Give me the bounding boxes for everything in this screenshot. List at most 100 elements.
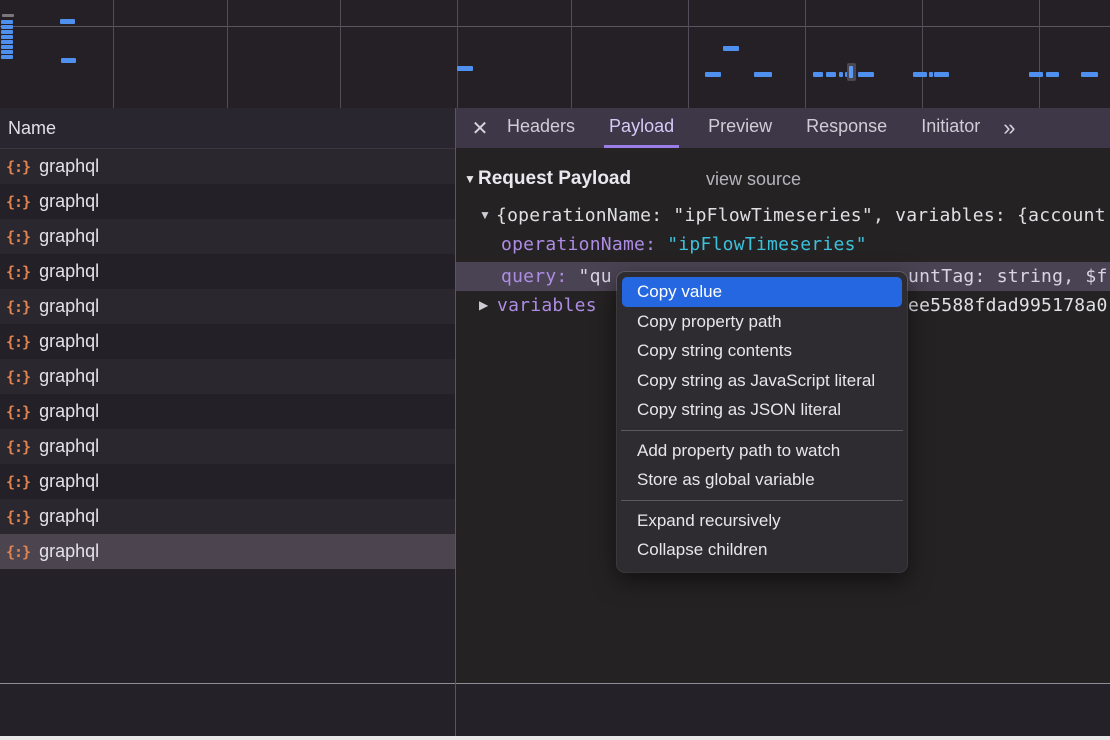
waterfall-bar: [1, 55, 13, 59]
waterfall-bar: [61, 58, 76, 63]
tab-headers[interactable]: Headers: [502, 108, 580, 148]
menu-separator: [621, 430, 903, 431]
tab-preview[interactable]: Preview: [703, 108, 777, 148]
json-braces-icon: {:}: [6, 508, 30, 526]
overview-horizontal-gridline: [0, 26, 1110, 27]
tree-row-operationname[interactable]: operationName:"ipFlowTimeseries": [456, 230, 1110, 259]
property-string-value-right: untTag: string, $f: [908, 262, 1108, 291]
waterfall-bar: [913, 72, 927, 77]
more-tabs-chevron-icon[interactable]: »: [1003, 115, 1015, 141]
property-key: query:: [501, 266, 579, 287]
timeline-gridline: [227, 0, 228, 108]
view-source-link[interactable]: view source: [706, 164, 801, 194]
selected-request-marker: [847, 63, 856, 81]
menu-item-copy-string-contents[interactable]: Copy string contents: [622, 336, 902, 366]
request-row[interactable]: {:} graphql: [0, 429, 455, 464]
request-row[interactable]: {:} graphql: [0, 149, 455, 184]
json-braces-icon: {:}: [6, 263, 30, 281]
property-string-value: "ipFlowTimeseries": [667, 234, 867, 255]
selected-request-marker-bar: [849, 66, 853, 78]
detail-tab-bar: ✕ Headers Payload Preview Response Initi…: [456, 108, 1110, 148]
request-row[interactable]: {:} graphql: [0, 324, 455, 359]
network-overview-timeline[interactable]: [0, 0, 1110, 109]
json-braces-icon: {:}: [6, 193, 30, 211]
menu-item-copy-string-as-json-literal[interactable]: Copy string as JSON literal: [622, 395, 902, 425]
menu-item-collapse-children[interactable]: Collapse children: [622, 535, 902, 565]
devtools-network-panel: Name {:} graphql {:} graphql {:} graphql…: [0, 0, 1110, 740]
tree-row-root-preview[interactable]: ▼ {operationName: "ipFlowTimeseries", va…: [456, 201, 1110, 230]
menu-item-label: Collapse children: [637, 540, 767, 559]
json-braces-icon: {:}: [6, 403, 30, 421]
column-header-name[interactable]: Name: [0, 108, 455, 149]
waterfall-bar: [1, 20, 13, 24]
timeline-gridline: [922, 0, 923, 108]
tab-response[interactable]: Response: [801, 108, 892, 148]
waterfall-bar: [1081, 72, 1098, 77]
menu-item-copy-property-path[interactable]: Copy property path: [622, 307, 902, 337]
menu-item-copy-value[interactable]: Copy value: [622, 277, 902, 307]
timeline-gridline: [571, 0, 572, 108]
column-header-label: Name: [8, 118, 56, 138]
json-braces-icon: {:}: [6, 473, 30, 491]
waterfall-bar: [705, 72, 721, 77]
tab-payload[interactable]: Payload: [604, 108, 679, 148]
timeline-gridline: [1039, 0, 1040, 108]
json-braces-icon: {:}: [6, 333, 30, 351]
request-row[interactable]: {:} graphql: [0, 499, 455, 534]
menu-item-store-as-global-variable[interactable]: Store as global variable: [622, 465, 902, 495]
waterfall-bar: [1, 40, 13, 44]
request-row[interactable]: {:} graphql: [0, 359, 455, 394]
request-row[interactable]: {:} graphql: [0, 534, 455, 569]
menu-item-copy-string-as-javascript-literal[interactable]: Copy string as JavaScript literal: [622, 366, 902, 396]
request-row[interactable]: {:} graphql: [0, 289, 455, 324]
request-name-label: graphql: [39, 156, 99, 177]
tab-initiator[interactable]: Initiator: [916, 108, 985, 148]
request-name-label: graphql: [39, 331, 99, 352]
waterfall-bar: [929, 72, 933, 77]
menu-item-expand-recursively[interactable]: Expand recursively: [622, 506, 902, 536]
waterfall-bar: [723, 46, 739, 51]
section-disclosure-triangle-icon[interactable]: ▼: [464, 164, 476, 194]
request-row[interactable]: {:} graphql: [0, 464, 455, 499]
json-braces-icon: {:}: [6, 368, 30, 386]
waterfall-bar: [1, 30, 13, 34]
json-braces-icon: {:}: [6, 298, 30, 316]
window-bottom-edge: [0, 736, 1110, 740]
request-name-label: graphql: [39, 506, 99, 527]
waterfall-bar: [858, 72, 874, 77]
json-braces-icon: {:}: [6, 438, 30, 456]
collapsed-arrow-icon[interactable]: ▶: [479, 291, 488, 320]
request-name-label: graphql: [39, 541, 99, 562]
timeline-gridline: [457, 0, 458, 108]
expand-triangle-icon[interactable]: ▼: [479, 201, 491, 230]
tab-label: Preview: [708, 116, 772, 137]
request-name-label: graphql: [39, 226, 99, 247]
tab-label: Response: [806, 116, 887, 137]
tabs-group: Headers Payload Preview Response Initiat…: [490, 108, 997, 148]
request-name-label: graphql: [39, 296, 99, 317]
tab-label: Payload: [609, 116, 674, 137]
request-row[interactable]: {:} graphql: [0, 254, 455, 289]
request-name-label: graphql: [39, 471, 99, 492]
request-name-label: graphql: [39, 191, 99, 212]
menu-item-label: Copy string as JavaScript literal: [637, 371, 875, 390]
tab-label: Headers: [507, 116, 575, 137]
waterfall-bar: [1, 25, 13, 29]
menu-separator: [621, 500, 903, 501]
menu-item-label: Copy property path: [637, 312, 782, 331]
waterfall-bar: [826, 72, 836, 77]
menu-item-add-property-path-to-watch[interactable]: Add property path to watch: [622, 436, 902, 466]
waterfall-bar: [754, 72, 772, 77]
root-preview-text: {operationName: "ipFlowTimeseries", vari…: [496, 201, 1106, 230]
property-key: variables: [497, 295, 597, 316]
request-row[interactable]: {:} graphql: [0, 394, 455, 429]
close-icon[interactable]: ✕: [470, 116, 490, 141]
request-payload-section-header: ▼ Request Payload view source: [456, 164, 1110, 194]
json-braces-icon: {:}: [6, 543, 30, 561]
property-key: operationName:: [501, 234, 667, 255]
panel-split-divider[interactable]: [455, 108, 456, 736]
request-row[interactable]: {:} graphql: [0, 184, 455, 219]
waterfall-bar: [2, 14, 14, 17]
request-row[interactable]: {:} graphql: [0, 219, 455, 254]
waterfall-bar: [813, 72, 823, 77]
